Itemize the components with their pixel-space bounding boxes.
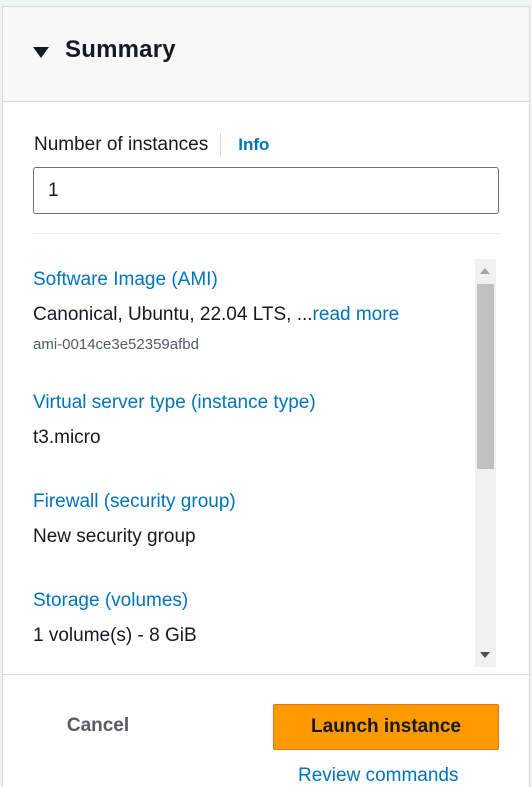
storage-title-link[interactable]: Storage (volumes) [33,590,197,612]
scroll-up-arrow-icon[interactable] [480,268,490,274]
ami-section: Software Image (AMI) Canonical, Ubuntu, … [33,269,399,353]
instance-type-title-link[interactable]: Virtual server type (instance type) [33,392,316,414]
ami-title-link[interactable]: Software Image (AMI) [33,269,399,291]
details-scrollbar[interactable] [475,259,496,667]
storage-section: Storage (volumes) 1 volume(s) - 8 GiB [33,590,197,647]
firewall-title-link[interactable]: Firewall (security group) [33,491,236,513]
label-divider [220,133,222,157]
summary-panel: Summary Number of instances Info Softwar… [2,6,530,787]
footer-divider [3,674,529,675]
firewall-value: New security group [33,526,196,547]
summary-title: Summary [65,36,176,63]
summary-details: Software Image (AMI) Canonical, Ubuntu, … [33,257,473,669]
section-divider [33,233,499,234]
instances-label-row: Number of instances Info [34,132,269,158]
ami-description: Canonical, Ubuntu, 22.04 LTS, ... [33,304,313,325]
review-commands-link[interactable]: Review commands [298,765,459,787]
scroll-down-arrow-icon[interactable] [480,652,490,658]
scrollbar-thumb[interactable] [477,284,494,469]
instance-type-section: Virtual server type (instance type) t3.m… [33,392,316,449]
instance-type-value: t3.micro [33,427,101,448]
caret-down-icon[interactable] [33,47,49,58]
cancel-button[interactable]: Cancel [41,704,155,748]
info-link[interactable]: Info [238,135,269,155]
instances-count-input[interactable] [33,167,499,214]
firewall-section: Firewall (security group) New security g… [33,491,236,548]
ami-value: Canonical, Ubuntu, 22.04 LTS, ...read mo… [33,304,399,326]
storage-value: 1 volume(s) - 8 GiB [33,625,197,646]
launch-instance-button[interactable]: Launch instance [273,704,499,750]
ami-id: ami-0014ce3e52359afbd [33,336,199,353]
instances-label: Number of instances [34,134,209,155]
summary-header[interactable]: Summary [3,7,529,102]
read-more-link[interactable]: read more [313,304,400,325]
